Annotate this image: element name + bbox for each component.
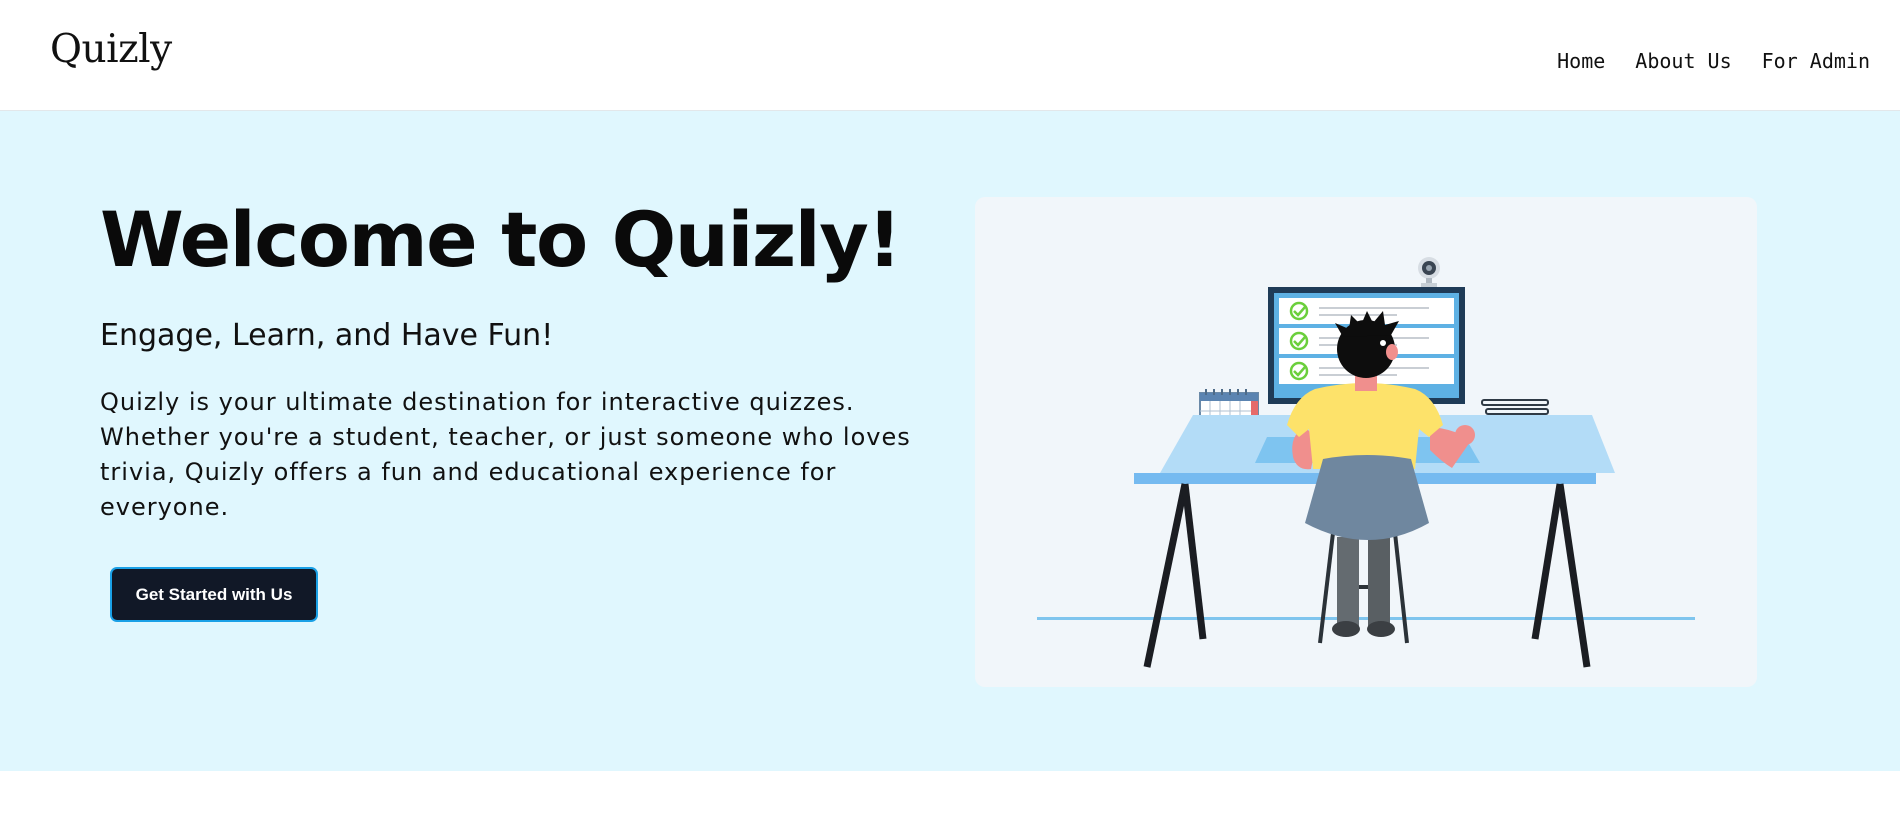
hero-subtitle: Engage, Learn, and Have Fun! <box>100 318 554 353</box>
get-started-button[interactable]: Get Started with Us <box>110 567 318 622</box>
nav-home-link[interactable]: Home <box>1557 50 1605 72</box>
hero-title: Welcome to Quizly! <box>100 195 902 284</box>
hero-description: Quizly is your ultimate destination for … <box>100 388 911 521</box>
site-header: Quizly Home About Us For Admin <box>0 0 1900 111</box>
hero-illustration-card <box>975 197 1757 687</box>
nav-about-us-link[interactable]: About Us <box>1635 50 1731 72</box>
main-nav: Home About Us For Admin <box>1557 50 1870 72</box>
nav-for-admin-link[interactable]: For Admin <box>1762 50 1870 72</box>
hero-section: Welcome to Quizly! Engage, Learn, and Ha… <box>0 111 1900 771</box>
logo[interactable]: Quizly <box>50 30 172 69</box>
page-bottom-area <box>0 771 1900 830</box>
person-at-desk-quiz-illustration-icon <box>1037 257 1695 668</box>
